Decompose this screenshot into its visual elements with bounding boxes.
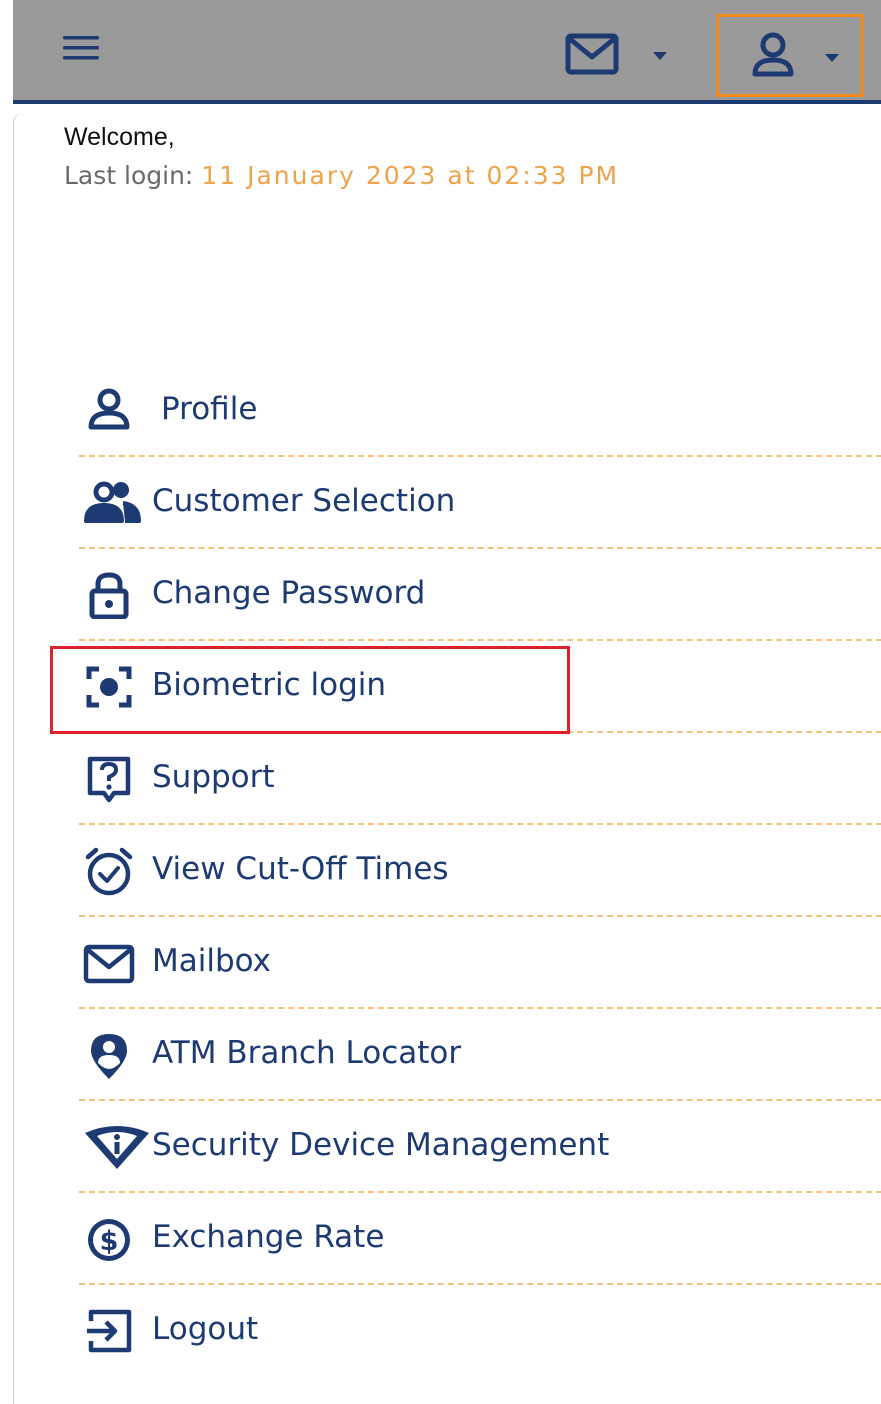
last-login-label: Last login: bbox=[64, 161, 194, 190]
envelope-icon bbox=[565, 33, 619, 75]
menu-item-exchange-rate[interactable]: $ Exchange Rate bbox=[79, 1193, 881, 1285]
page: Welcome, Last login: 11 January 2023 at 0… bbox=[0, 0, 881, 1404]
menu-item-label: Exchange Rate bbox=[152, 1219, 385, 1255]
users-icon bbox=[83, 479, 141, 527]
menu-item-atm-branch-locator[interactable]: ATM Branch Locator bbox=[79, 1009, 881, 1101]
menu-item-label: Support bbox=[152, 759, 275, 795]
user-menu-panel: Welcome, Last login: 11 January 2023 at 0… bbox=[13, 113, 881, 1404]
caret-down-icon bbox=[653, 52, 667, 60]
menu-item-biometric-login[interactable]: Biometric login bbox=[79, 641, 881, 733]
menu-item-change-password[interactable]: Change Password bbox=[79, 549, 881, 641]
hamburger-menu-icon[interactable] bbox=[63, 36, 99, 60]
security-shield-icon bbox=[83, 1123, 149, 1171]
menu-item-label: Customer Selection bbox=[152, 483, 456, 519]
logout-icon bbox=[83, 1307, 135, 1355]
mailbox-dropdown-button[interactable] bbox=[565, 30, 675, 76]
menu-item-logout[interactable]: Logout bbox=[79, 1285, 881, 1377]
svg-text:$: $ bbox=[100, 1226, 119, 1257]
menu-item-mailbox[interactable]: Mailbox bbox=[79, 917, 881, 1009]
menu-item-label: ATM Branch Locator bbox=[152, 1035, 462, 1071]
menu-item-profile[interactable]: Profile bbox=[79, 365, 881, 457]
menu-item-label: Logout bbox=[152, 1311, 259, 1347]
menu-item-label: Mailbox bbox=[152, 943, 272, 979]
menu-item-customer-selection[interactable]: Customer Selection bbox=[79, 457, 881, 549]
user-account-dropdown-button[interactable] bbox=[716, 14, 864, 97]
envelope-icon bbox=[83, 939, 135, 987]
user-icon bbox=[83, 387, 135, 435]
lock-icon bbox=[83, 571, 135, 620]
alarm-clock-icon bbox=[83, 847, 135, 896]
location-pin-icon bbox=[83, 1031, 135, 1079]
menu-item-label: Security Device Management bbox=[152, 1127, 610, 1163]
welcome-greeting: Welcome, bbox=[64, 123, 175, 151]
caret-down-icon bbox=[825, 54, 839, 62]
menu-item-support[interactable]: Support bbox=[79, 733, 881, 825]
top-nav-bar bbox=[13, 0, 881, 104]
menu-item-label: Biometric login bbox=[152, 667, 387, 703]
face-scan-icon bbox=[83, 663, 135, 711]
last-login-value: 11 January 2023 at 02:33 PM bbox=[201, 161, 620, 190]
question-icon bbox=[83, 755, 135, 803]
user-menu-list: Profile Customer Selection Change Passwo… bbox=[79, 365, 881, 1377]
user-icon bbox=[752, 32, 794, 77]
menu-item-label: Profile bbox=[161, 391, 258, 427]
menu-item-label: View Cut-Off Times bbox=[152, 851, 449, 887]
menu-item-view-cut-off-times[interactable]: View Cut-Off Times bbox=[79, 825, 881, 917]
menu-item-security-device-management[interactable]: Security Device Management bbox=[79, 1101, 881, 1193]
last-login-line: Last login: 11 January 2023 at 02:33 PM bbox=[64, 161, 619, 190]
dollar-circle-icon: $ bbox=[83, 1215, 135, 1263]
menu-item-label: Change Password bbox=[152, 575, 426, 611]
